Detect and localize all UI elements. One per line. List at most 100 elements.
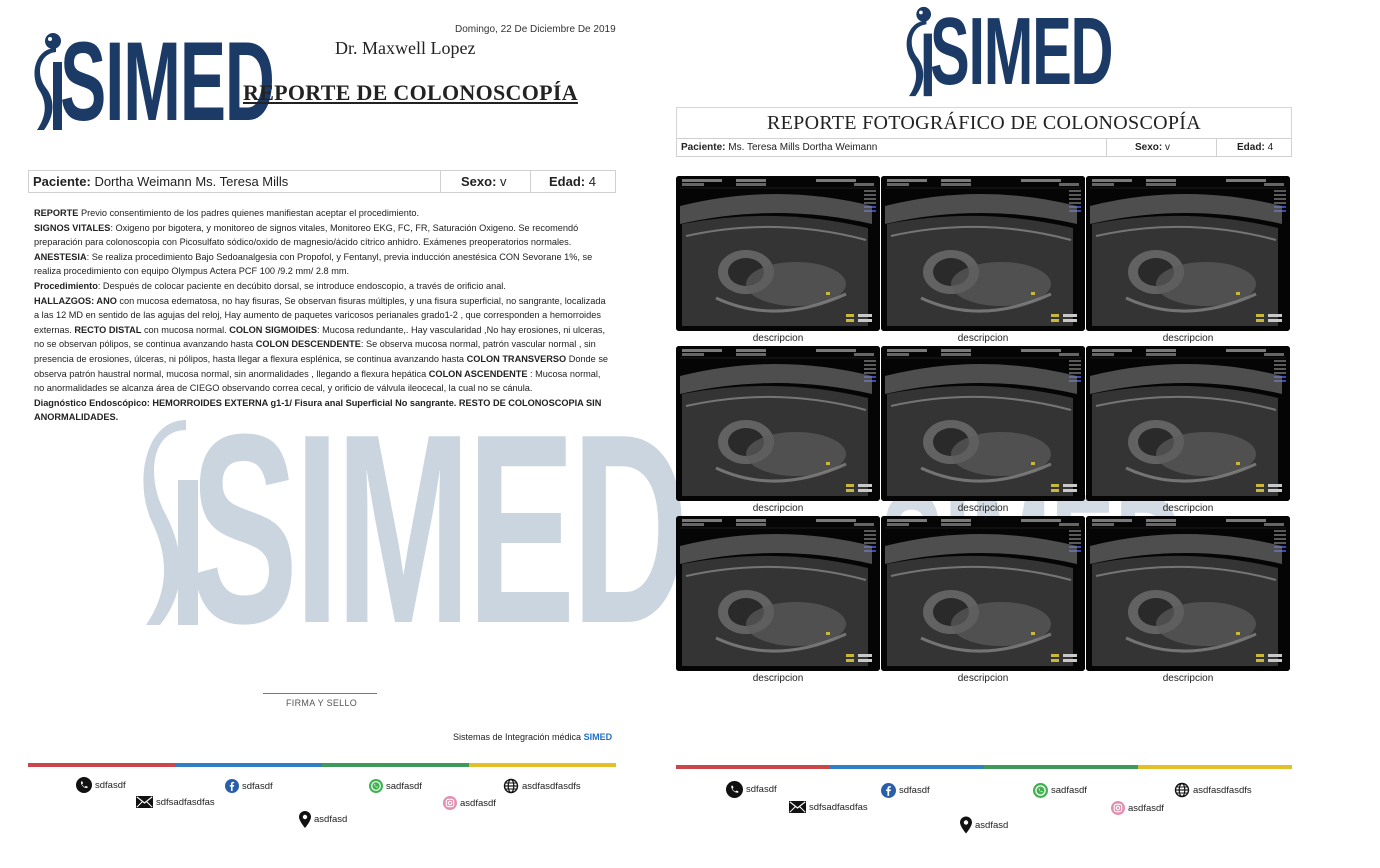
whatsapp-icon	[1033, 783, 1048, 798]
contact-whatsapp[interactable]: sadfasdf	[1033, 783, 1087, 798]
photo-cell: descripcion	[881, 516, 1085, 684]
photo-cell: descripcion	[676, 346, 880, 514]
integration-prefix: Sistemas de Integración médica	[453, 732, 582, 742]
ultrasound-image[interactable]	[881, 346, 1085, 501]
report-body: REPORTE Previo consentimiento de los pad…	[34, 206, 612, 425]
facebook-icon	[225, 779, 239, 793]
photo-cell: descripcion	[676, 176, 880, 344]
facebook-icon	[881, 783, 896, 798]
contact-web[interactable]: asdfasdfasdfs	[1174, 782, 1252, 798]
contact-web-text: asdfasdfasdfs	[1193, 784, 1252, 796]
photo-caption: descripcion	[957, 333, 1009, 344]
contact-instagram-text: asdfasdf	[460, 797, 496, 809]
ultrasound-image[interactable]	[1086, 176, 1290, 331]
photo-caption: descripcion	[752, 333, 804, 344]
contact-email[interactable]: sdfsadfasdfas	[136, 796, 215, 808]
ultrasound-image[interactable]	[676, 516, 880, 671]
doctor-name: Dr. Maxwell Lopez	[335, 38, 476, 58]
contact-email-text: sdfsadfasdfas	[809, 801, 868, 813]
photo-caption: descripcion	[1162, 673, 1214, 684]
contact-facebook[interactable]: sdfasdf	[881, 783, 930, 798]
contact-whatsapp-text: sadfasdf	[1051, 785, 1087, 796]
transverso-label: COLON TRANSVERSO	[466, 353, 567, 364]
signos-text: : Oxigeno por bigotera, y monitoreo de s…	[34, 222, 579, 248]
report-page-right: SIMED SIMED REPORTE FOTOGRÁFICO DE COLON…	[660, 0, 1380, 868]
age-label: Edad:	[549, 174, 586, 189]
patient-cell: Paciente: Ms. Teresa Mills Dortha Weiman…	[676, 138, 1107, 157]
contact-email[interactable]: sdfsadfasdfas	[789, 801, 868, 813]
diagnostico-text: Diagnóstico Endoscópico: HEMORROIDES EXT…	[34, 397, 602, 423]
contact-address[interactable]: asdfasd	[299, 811, 347, 828]
contact-instagram[interactable]: asdfasdf	[443, 796, 496, 810]
hallazgos-label: HALLAZGOS: ANO	[34, 295, 117, 306]
logo-text: SIMED	[60, 19, 275, 144]
contact-whatsapp[interactable]: sadfasdf	[369, 779, 422, 793]
age-label: Edad:	[1237, 142, 1265, 153]
sex-value: v	[1165, 142, 1171, 153]
contact-address-text: asdfasd	[314, 814, 348, 825]
recto-text: con mucosa normal.	[141, 324, 230, 335]
ultrasound-image[interactable]	[881, 516, 1085, 671]
globe-icon	[1174, 782, 1190, 798]
patient-name: Dortha Weimann Ms. Teresa Mills	[94, 174, 289, 189]
logo-text: SIMED	[930, 0, 1114, 105]
photo-cell: descripcion	[881, 346, 1085, 514]
procedimiento-label: Procedimiento	[34, 280, 98, 291]
patient-label: Paciente:	[681, 142, 726, 153]
sex-cell: Sexo: v	[1106, 138, 1217, 157]
instagram-icon	[1111, 801, 1125, 815]
footer-color-bar	[676, 765, 1292, 769]
sex-label: Sexo:	[1135, 142, 1163, 153]
signature-label: FIRMA Y SELLO	[286, 698, 358, 708]
age-value: 4	[588, 174, 596, 189]
contact-email-text: sdfsadfasdfas	[156, 796, 215, 808]
photo-cell: descripcion	[881, 176, 1085, 344]
footer-color-bar	[28, 763, 616, 767]
contact-web-text: asdfasdfasdfs	[522, 780, 581, 792]
photo-cell: descripcion	[676, 516, 880, 684]
contact-facebook[interactable]: sdfasdf	[225, 779, 273, 793]
contact-facebook-text: sdfasdf	[242, 780, 273, 792]
ultrasound-image[interactable]	[881, 176, 1085, 331]
signos-label: SIGNOS VITALES	[34, 222, 111, 233]
contact-address[interactable]: asdfasd	[960, 816, 1008, 834]
anestesia-label: ANESTESIA	[34, 251, 87, 262]
instagram-icon	[443, 796, 457, 810]
anestesia-text: : Se realiza procedimiento Bajo Sedoanal…	[34, 251, 593, 277]
ultrasound-image[interactable]	[676, 346, 880, 501]
email-icon	[789, 801, 806, 813]
ascendente-label: COLON ASCENDENTE	[428, 368, 528, 379]
email-icon	[136, 796, 153, 808]
contact-phone-text: sdfasdf	[95, 779, 126, 791]
contact-whatsapp-text: sadfasdf	[386, 780, 422, 792]
contact-phone[interactable]: sdfasdf	[726, 781, 777, 798]
procedimiento-text: : Después de colocar paciente en decúbit…	[97, 280, 506, 291]
recto-label: RECTO DISTAL	[74, 324, 142, 335]
photo-cell: descripcion	[1086, 346, 1290, 514]
contact-web[interactable]: asdfasdfasdfs	[503, 778, 581, 794]
whatsapp-icon	[369, 779, 383, 793]
photo-caption: descripcion	[957, 673, 1009, 684]
patient-name: Ms. Teresa Mills Dortha Weimann	[728, 142, 878, 153]
report-title: REPORTE DE COLONOSCOPÍA	[243, 80, 578, 105]
photo-report-title-box: REPORTE FOTOGRÁFICO DE COLONOSCOPÍA	[676, 107, 1292, 139]
photo-caption: descripcion	[1162, 503, 1214, 514]
photo-cell: descripcion	[1086, 176, 1290, 344]
contact-instagram[interactable]: asdfasdf	[1111, 801, 1164, 815]
signature-line	[263, 693, 377, 694]
patient-cell: Paciente: Dortha Weimann Ms. Teresa Mill…	[28, 170, 441, 193]
age-cell: Edad: 4	[530, 170, 616, 193]
ultrasound-image[interactable]	[1086, 346, 1290, 501]
sex-label: Sexo:	[461, 174, 497, 189]
integration-footer: Sistemas de Integración médica SIMED	[453, 732, 612, 742]
descendente-label: COLON DESCENDENTE	[255, 339, 361, 350]
report-page-left: SIMED SIMED Domingo, 22 De Diciembre De …	[0, 0, 689, 868]
ultrasound-image[interactable]	[676, 176, 880, 331]
location-pin-icon	[299, 811, 311, 828]
reporte-text: Previo consentimiento de los padres quie…	[78, 208, 420, 218]
contact-phone[interactable]: sdfasdf	[76, 777, 126, 793]
ultrasound-image[interactable]	[1086, 516, 1290, 671]
photo-cell: descripcion	[1086, 516, 1290, 684]
contact-instagram-text: asdfasdf	[1128, 802, 1164, 814]
contact-facebook-text: sdfasdf	[899, 785, 930, 796]
